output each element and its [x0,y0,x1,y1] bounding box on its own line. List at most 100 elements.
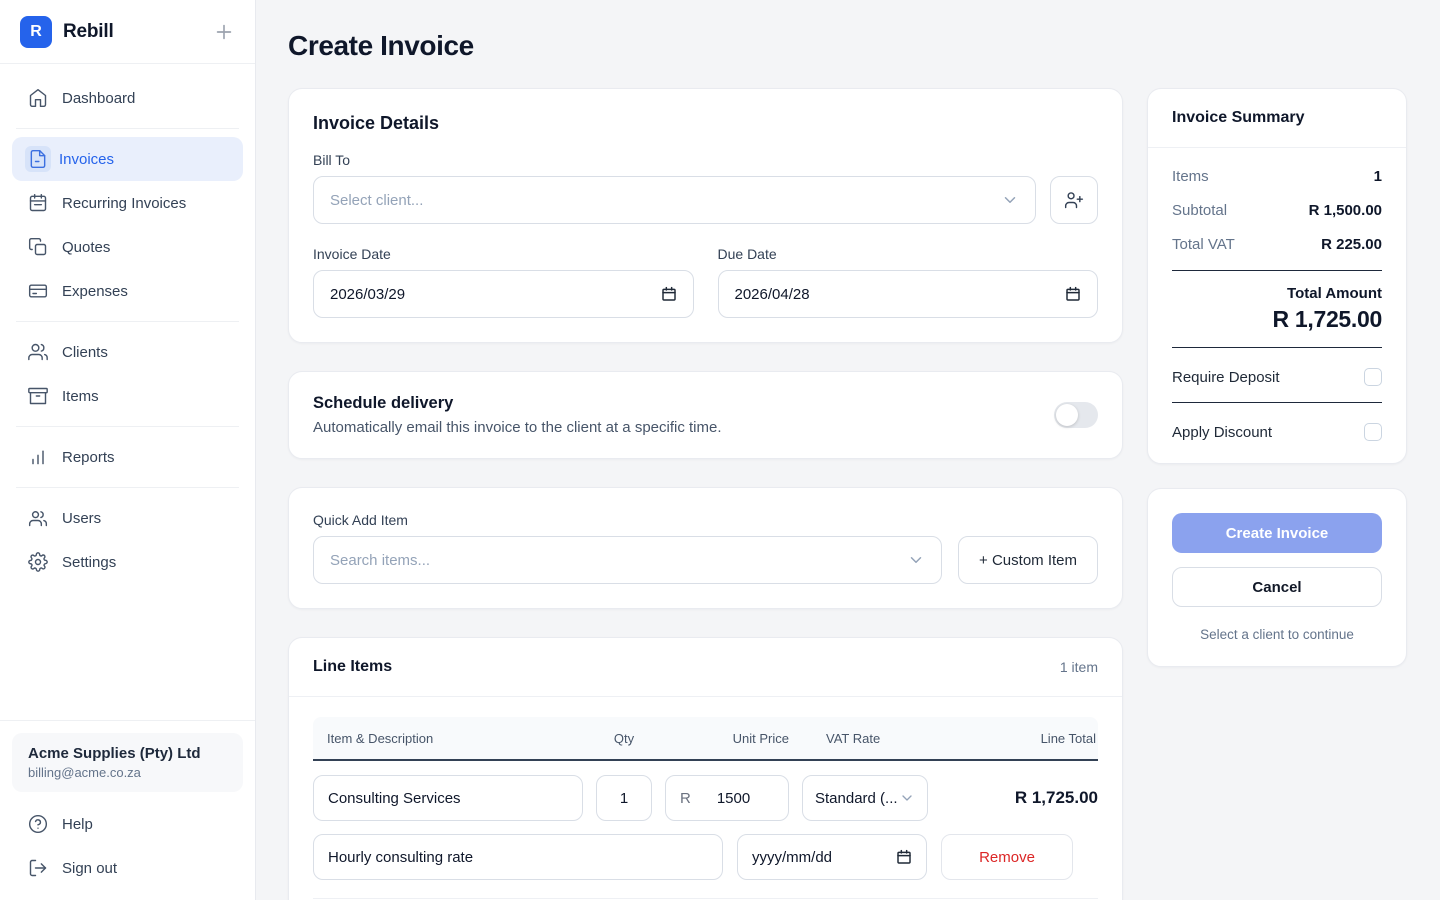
toggle-knob [1056,404,1078,426]
sidebar-item-label: Settings [62,554,116,571]
schedule-toggle[interactable] [1054,402,1098,428]
col-item-description: Item & Description [313,731,583,746]
currency-prefix: R [680,790,691,807]
help-icon [28,814,48,834]
calendar-icon[interactable] [1065,286,1081,302]
sidebar-item-items[interactable]: Items [12,374,243,418]
apply-discount-row: Apply Discount [1172,417,1382,441]
sidebar-item-recurring-invoices[interactable]: Recurring Invoices [12,181,243,225]
summary-label: Items [1172,168,1209,185]
summary-row-vat: Total VAT R 225.00 [1172,236,1382,253]
calendar-icon[interactable] [661,286,677,302]
sidebar-item-label: Items [62,388,99,405]
actions-card: Create Invoice Cancel Select a client to… [1147,488,1407,667]
item-description-value[interactable] [328,849,708,866]
user-plus-icon [1064,190,1084,210]
sidebar-item-label: Recurring Invoices [62,195,186,212]
account-company: Acme Supplies (Pty) Ltd [28,745,227,762]
signout-button[interactable]: Sign out [12,846,243,890]
sidebar-item-expenses[interactable]: Expenses [12,269,243,313]
invoice-date-label: Invoice Date [313,246,694,262]
bar-chart-icon [28,447,48,467]
summary-value: 1 [1374,168,1382,185]
signout-label: Sign out [62,860,117,877]
sidebar-item-dashboard[interactable]: Dashboard [12,76,243,120]
item-name-value[interactable] [328,790,568,807]
line-items-card: Line Items 1 item Item & Description Qty… [288,637,1123,900]
invoice-date-input[interactable]: 2026/03/29 [313,270,694,318]
sidebar: R Rebill Dashboard Invoices Recurring In… [0,0,256,900]
help-label: Help [62,816,93,833]
help-button[interactable]: Help [12,802,243,846]
sidebar-item-invoices[interactable]: Invoices [12,137,243,181]
sidebar-item-label: Clients [62,344,108,361]
divider [16,321,239,322]
account-email: billing@acme.co.za [28,765,227,780]
bill-to-label: Bill To [313,152,1098,168]
due-date-input[interactable]: 2026/04/28 [718,270,1099,318]
invoice-summary-card: Invoice Summary Items 1 Subtotal R 1,500… [1147,88,1407,464]
cancel-button[interactable]: Cancel [1172,567,1382,607]
apply-discount-label: Apply Discount [1172,424,1272,441]
invoice-details-title: Invoice Details [313,113,1098,134]
app-logo-letter: R [30,23,42,41]
qty-value[interactable] [605,790,643,807]
remove-item-button[interactable]: Remove [941,834,1073,880]
gear-icon [28,552,48,572]
sidebar-item-settings[interactable]: Settings [12,540,243,584]
line-total: R 1,725.00 [941,788,1098,808]
col-line-total: Line Total [941,731,1098,746]
quick-create-button[interactable] [213,21,235,43]
unit-price-value[interactable] [717,790,774,807]
plus-icon [213,21,235,43]
line-items-count: 1 item [1060,659,1098,675]
unit-price-input[interactable]: R [665,775,789,821]
client-select[interactable]: Select client... [313,176,1036,224]
item-description-input[interactable] [313,834,723,880]
chevron-down-icon [899,790,915,806]
vat-rate-select[interactable]: Standard (... [802,775,928,821]
col-vat-rate: VAT Rate [802,731,928,746]
sidebar-item-reports[interactable]: Reports [12,435,243,479]
line-items-table-header: Item & Description Qty Unit Price VAT Ra… [313,717,1098,761]
chevron-down-icon [1001,191,1019,209]
sidebar-item-users[interactable]: Users [12,496,243,540]
account-card: Acme Supplies (Pty) Ltd billing@acme.co.… [12,733,243,792]
item-search-select[interactable]: Search items... [313,536,942,584]
total-amount-label: Total Amount [1172,285,1382,302]
line-item-row-details: yyyy/mm/dd Remove [313,834,1098,899]
delivery-date-input[interactable]: yyyy/mm/dd [737,834,927,880]
due-date-value: 2026/04/28 [735,286,810,303]
item-name-input[interactable] [313,775,583,821]
signout-icon [28,858,48,878]
divider [16,426,239,427]
chevron-down-icon [907,551,925,569]
summary-row-items: Items 1 [1172,168,1382,185]
require-deposit-checkbox[interactable] [1364,368,1382,386]
summary-row-subtotal: Subtotal R 1,500.00 [1172,202,1382,219]
delivery-date-placeholder: yyyy/mm/dd [752,849,832,866]
users-icon [28,508,48,528]
sidebar-item-quotes[interactable]: Quotes [12,225,243,269]
qty-input[interactable] [596,775,652,821]
vat-rate-value: Standard (... [815,790,898,807]
sidebar-header: R Rebill [0,0,255,64]
app-logo: R [20,16,52,48]
require-deposit-label: Require Deposit [1172,369,1280,386]
page-title: Create Invoice [288,30,1407,62]
apply-discount-checkbox[interactable] [1364,423,1382,441]
app-name: Rebill [63,21,114,43]
calendar-icon[interactable] [896,849,912,865]
divider [1172,402,1382,403]
custom-item-button[interactable]: + Custom Item [958,536,1098,584]
create-invoice-button[interactable]: Create Invoice [1172,513,1382,553]
require-deposit-row: Require Deposit [1172,362,1382,400]
add-client-button[interactable] [1050,176,1098,224]
summary-label: Total VAT [1172,236,1235,253]
quick-add-card: Quick Add Item Search items... + Custom … [288,487,1123,609]
divider [1172,347,1382,348]
sidebar-item-clients[interactable]: Clients [12,330,243,374]
sidebar-item-label: Invoices [59,151,114,168]
client-select-placeholder: Select client... [330,192,423,209]
item-search-placeholder: Search items... [330,552,430,569]
